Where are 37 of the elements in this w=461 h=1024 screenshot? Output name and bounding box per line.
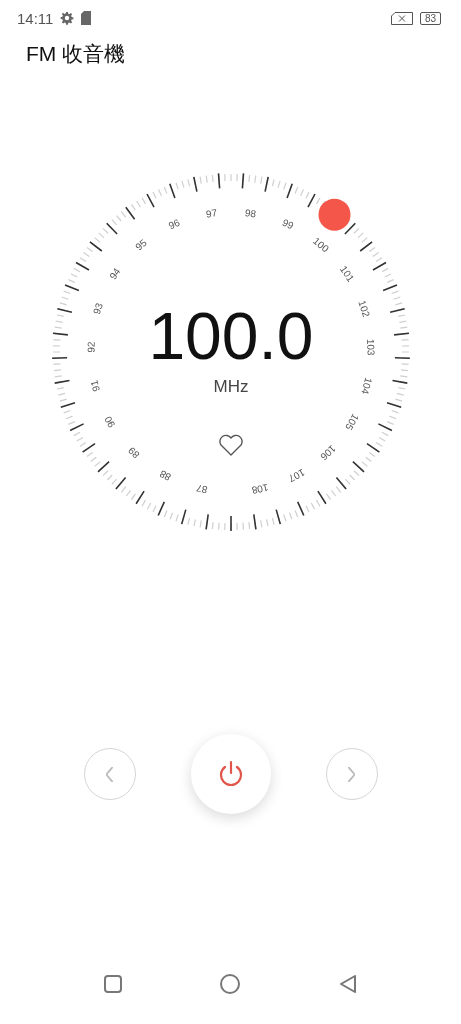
chevron-right-icon [348,766,355,782]
heart-icon[interactable] [218,434,243,456]
frequency-label: 87 [194,482,208,496]
frequency-label: 91 [88,379,102,393]
frequency-label: 90 [101,414,117,430]
no-sim-icon [390,11,413,25]
frequency-label: 101 [337,263,356,284]
frequency-label: 105 [342,412,361,432]
chevron-left-icon [106,766,113,782]
frequency-readout: 100.0 [147,299,314,373]
status-time: 14:11 [17,9,54,27]
frequency-label: 108 [250,481,269,496]
home-icon[interactable] [219,973,242,995]
frequency-label: 107 [286,466,307,485]
app-title: FM 收音機 [25,41,127,67]
frequency-label: 96 [166,216,181,232]
frequency-label: 92 [84,341,97,353]
frequency-label: 99 [280,216,295,232]
tuning-dot[interactable] [318,198,350,231]
frequency-label: 95 [132,237,149,253]
frequency-label: 104 [358,376,374,396]
frequency-label: 97 [204,207,218,220]
frequency-label: 100 [310,235,331,255]
frequency-label: 93 [90,301,105,316]
unit-label: MHz [213,377,248,396]
frequency-label: 89 [125,444,141,461]
frequency-label: 88 [157,468,173,484]
battery-indicator: 83 [419,11,441,25]
frequency-label: 106 [318,442,338,463]
frequency-label: 102 [355,299,372,319]
gear-icon [60,11,75,25]
recents-icon[interactable] [103,974,124,994]
sd-card-icon [81,11,92,25]
back-icon[interactable] [337,974,358,994]
frequency-label: 103 [364,338,377,356]
frequency-label: 94 [106,266,123,282]
frequency-label: 98 [243,207,257,220]
